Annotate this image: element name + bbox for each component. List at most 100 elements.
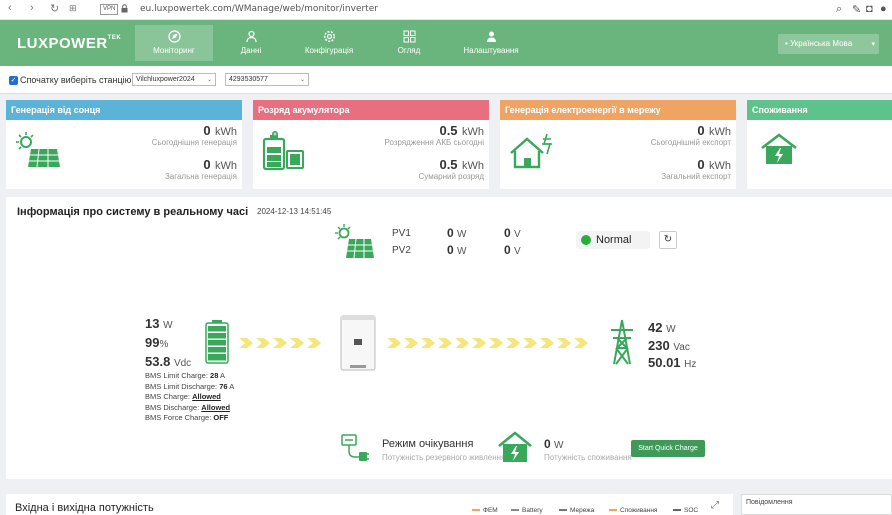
grid-voltage: 230 Vac — [648, 337, 690, 353]
caret-down-icon: ▾ — [871, 41, 875, 48]
status-badge: Normal — [576, 231, 650, 249]
extension-icon[interactable]: ● — [880, 3, 887, 15]
home-bolt-icon — [761, 133, 797, 164]
pv1-voltage: 0 V — [504, 226, 521, 240]
bms-limit-charge: BMS Limit Charge: 28 A — [145, 371, 226, 380]
grid-flow-arrows — [386, 336, 600, 352]
flag-icon: ▪ — [785, 39, 788, 48]
card-row-label: Сумарний розряд — [418, 172, 485, 181]
standby-title: Режим очікування — [382, 438, 474, 450]
flow-chevron-icon — [455, 338, 469, 348]
serial-select[interactable]: 4293530577 ⌄ — [225, 73, 309, 86]
consumption-value: 0 W — [544, 437, 564, 451]
flow-chevron-icon — [239, 338, 253, 348]
grid-tower-icon — [611, 319, 633, 365]
flow-chevron-icon — [489, 338, 503, 348]
bms-charge: BMS Charge: Allowed — [145, 392, 221, 401]
pv2-label: PV2 — [392, 245, 411, 256]
flow-chevron-icon — [404, 338, 418, 348]
grid-export-card: Генерація електроенергії в мережу 0 kWh … — [500, 100, 736, 189]
edit-icon[interactable]: ✎ — [852, 3, 861, 16]
search-icon[interactable]: ⌕ — [836, 3, 842, 16]
luxpower-logo[interactable]: LUXPOWERTEK — [17, 35, 121, 52]
card-row-label: Загальний експорт — [661, 172, 731, 181]
refresh-button[interactable]: ↻ — [659, 231, 677, 249]
compass-icon — [167, 30, 181, 43]
flow-chevron-icon — [540, 338, 554, 348]
battery-soc: 99% — [145, 335, 169, 350]
bms-discharge: BMS Discharge: Allowed — [145, 402, 231, 412]
realtime-panel: Інформація про систему в реальному часі … — [6, 197, 892, 479]
back-icon[interactable]: ‹ — [8, 2, 12, 14]
power-chart-panel: Вхідна і вихідна потужність ФЕМ Battery … — [6, 494, 733, 515]
legend-item[interactable]: Мережа — [559, 507, 594, 514]
card-title: Генерація від сонця — [6, 100, 242, 120]
battery-discharge-card: Розряд акумулятора 0.5 kWh Розрядження А… — [253, 100, 489, 189]
pv1-power: 0 W — [447, 226, 467, 240]
browser-toolbar: ‹ › ↻ ⊞ VPN eu.luxpowertek.com/WManage/w… — [0, 0, 892, 20]
flow-chevron-icon — [307, 338, 321, 348]
reload-icon[interactable]: ↻ — [50, 2, 59, 15]
caret-down-icon: ⌄ — [299, 77, 305, 83]
flow-chevron-icon — [273, 338, 287, 348]
battery-flow-arrows — [238, 336, 326, 352]
nav-overview[interactable]: Огляд — [370, 25, 448, 61]
legend-item[interactable]: Battery — [511, 507, 543, 514]
notifications-panel: Повідомлення — [741, 494, 892, 515]
gear-icon — [323, 30, 335, 43]
nav-data[interactable]: Данні — [212, 25, 290, 61]
flow-chevron-icon — [574, 338, 588, 348]
vpn-badge[interactable]: VPN — [100, 4, 119, 15]
bms-force-charge: BMS Force Charge: OFF — [145, 413, 229, 422]
address-bar[interactable]: eu.luxpowertek.com/WManage/web/monitor/i… — [140, 4, 378, 14]
battery-icon — [205, 320, 229, 364]
station-checkbox[interactable]: ✓ — [9, 76, 18, 85]
realtime-title: Інформація про систему в реальному часі — [17, 206, 249, 218]
flow-chevron-icon — [506, 338, 520, 348]
card-title: Розряд акумулятора — [253, 100, 489, 120]
battery-voltage: 53.8 Vdc — [145, 354, 192, 369]
chart-title: Вхідна і вихідна потужність — [15, 502, 154, 514]
camera-icon[interactable]: ◘ — [866, 3, 873, 15]
language-select[interactable]: ▪ Українська Мова ▾ — [778, 34, 879, 54]
tabs-grid-icon[interactable]: ⊞ — [69, 3, 77, 14]
grid-values: 42 W 230 Vac 50.01 Hz — [648, 320, 696, 373]
station-select[interactable]: Vilchluxpower2024 ⌄ — [132, 73, 216, 86]
lock-icon — [121, 4, 128, 13]
refresh-icon: ↻ — [663, 234, 673, 245]
start-quick-charge-button[interactable]: Start Quick Charge — [631, 440, 705, 457]
battery-icon — [262, 131, 304, 171]
user-icon — [486, 31, 496, 42]
legend-item[interactable]: SOC — [673, 507, 698, 514]
forward-icon[interactable]: › — [30, 2, 34, 14]
house-grid-icon — [510, 133, 552, 169]
flow-chevron-icon — [387, 338, 401, 348]
battery-values: 13 W 99% 53.8 Vdc — [145, 315, 191, 372]
flow-chevron-icon — [421, 338, 435, 348]
flow-chevron-icon — [523, 338, 537, 348]
card-row-label: Сьогоднішня генерація — [151, 138, 237, 147]
card-row-label: Сьогоднішній експорт — [650, 138, 731, 147]
legend-item[interactable]: ФЕМ — [472, 507, 498, 514]
nav-configuration[interactable]: Конфігурація — [290, 25, 368, 61]
realtime-timestamp: 2024-12-13 14:51:45 — [257, 207, 332, 216]
nav-monitoring[interactable]: Моніторинг — [135, 25, 213, 61]
flow-chevron-icon — [438, 338, 452, 348]
solar-panel-icon — [335, 224, 374, 259]
bms-info: BMS Limit Charge: 28 A BMS Limit Dischar… — [145, 371, 234, 424]
home-bolt-icon — [498, 431, 532, 462]
battery-power: 13 W — [145, 316, 173, 331]
grid-frequency: 50.01 Hz — [648, 355, 697, 370]
eps-plug-icon — [341, 434, 369, 461]
inverter-icon[interactable] — [340, 315, 376, 371]
station-selector-row: ✓ Спочатку виберіть станцію Vilchluxpowe… — [0, 66, 892, 94]
card-row-label: Загальна генерація — [164, 172, 237, 181]
person-icon — [245, 30, 257, 43]
expand-icon[interactable]: ⤢ — [711, 500, 719, 511]
legend-item[interactable]: Споживання — [609, 507, 657, 514]
card-row-label: Розрядження АКБ сьогодні — [384, 138, 484, 147]
nav-settings[interactable]: Налаштування — [452, 25, 530, 61]
grid-power: 42 W — [648, 320, 676, 335]
solar-generation-card: Генерація від сонця 0 kWh Сьогоднішня ге… — [6, 100, 242, 189]
flow-chevron-icon — [290, 338, 304, 348]
